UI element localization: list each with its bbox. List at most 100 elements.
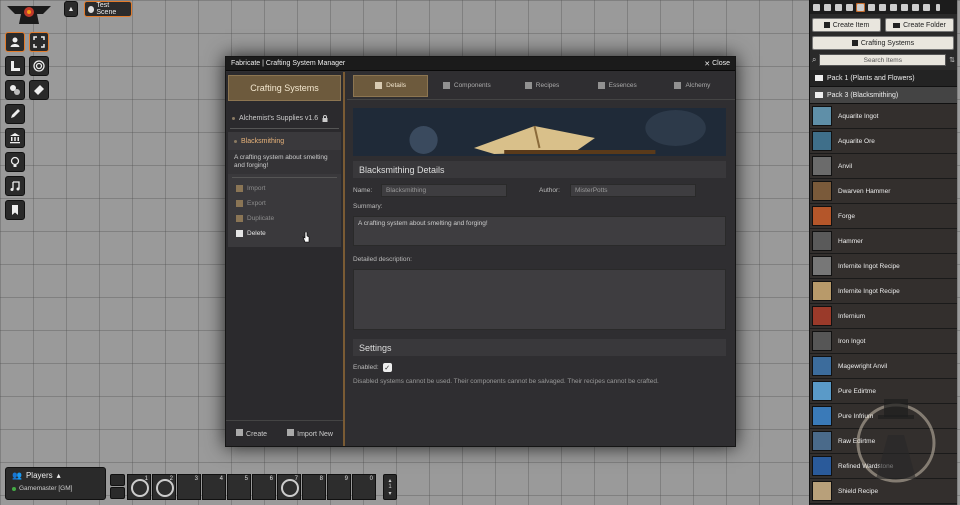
folder-pack-3[interactable]: Pack 3 (Blacksmithing) [810,87,957,104]
tab-cards[interactable] [889,3,898,12]
bank-icon [10,133,20,144]
measure-tool[interactable] [5,56,25,76]
tab-tables[interactable] [878,3,887,12]
item-row[interactable]: Infernite Ingot Recipe [810,254,957,279]
create-icon [236,429,244,436]
system-item-alchemists-supplies[interactable]: Alchemist's Supplies v1.6 [226,111,343,125]
tiles-tool[interactable] [29,56,49,76]
token-controls-tool[interactable] [5,32,25,52]
collapse-sidebar[interactable] [933,3,942,12]
sounds-tool[interactable] [5,176,25,196]
tab-playlists[interactable] [900,3,909,12]
item-row[interactable]: Aquarite Ingot [810,104,957,129]
create-button[interactable]: Create [236,429,267,438]
tab-combat[interactable] [823,3,832,12]
item-row[interactable]: Infernite Ingot Recipe [810,279,957,304]
journal-tool[interactable] [5,128,25,148]
item-row[interactable]: Aquarite Ore [810,129,957,154]
description-textarea[interactable] [353,269,726,330]
macro-folder-button[interactable] [110,487,125,499]
import-label: Import [247,185,266,192]
sort-icon[interactable]: ⇅ [949,56,955,64]
scene-tab[interactable]: Test Scene [84,1,132,17]
hotbar-slot[interactable]: 3 [177,474,201,500]
item-thumbnail [812,456,832,476]
notes-tool[interactable] [5,104,25,124]
item-row[interactable]: Anvil [810,154,957,179]
tab-essences[interactable]: Essences [581,75,654,97]
tab-settings[interactable] [922,3,931,12]
item-row[interactable]: Magewright Anvil [810,354,957,379]
hotbar-slot[interactable]: 4 [202,474,226,500]
sidebar-tabs [810,0,957,14]
bookmark-tool[interactable] [5,200,25,220]
hotbar-slot[interactable]: 9 [327,474,351,500]
import-new-button[interactable]: Import New [287,429,333,438]
folder-icon [893,22,901,28]
import-action[interactable]: Import [228,181,341,196]
tab-details[interactable]: Details [353,74,429,97]
tab-chat[interactable] [812,3,821,12]
tab-components[interactable]: Components [430,75,503,97]
create-item-button[interactable]: Create Item [812,18,881,32]
drawing-tool[interactable] [5,80,25,100]
close-icon: ✕ [704,60,711,68]
gear-icon [923,3,930,11]
export-action[interactable]: Export [228,196,341,211]
tab-label: Essences [608,82,637,89]
macro-directory-button[interactable] [110,474,125,486]
tab-recipes[interactable]: Recipes [505,75,578,97]
name-input[interactable]: Blacksmithing [381,184,507,197]
hotbar-slot[interactable]: 7 [277,474,301,500]
selected-system-block: Blacksmithing A crafting system about sm… [228,132,341,247]
crafting-systems-button[interactable]: Crafting Systems [812,36,954,50]
system-label: Blacksmithing [241,137,285,145]
tab-label: Components [453,82,491,89]
walls-tool[interactable] [29,80,49,100]
duplicate-action[interactable]: Duplicate [228,211,341,226]
shapes-icon [10,85,20,95]
scene-nav-toggle[interactable]: ▲ [64,1,78,17]
hotbar-slot[interactable]: 5 [227,474,251,500]
delete-action[interactable]: Delete [228,226,341,241]
item-label: Pure Edirtme [838,387,876,395]
close-label: Close [712,60,730,67]
author-input[interactable]: MisterPotts [570,184,696,197]
enabled-checkbox[interactable]: ✓ [382,363,392,372]
hotbar-slot[interactable]: 1 [127,474,151,500]
details-section-title: Blacksmithing Details [353,161,726,178]
players-panel[interactable]: 👥 Players ▴ Gamemaster [GM] [5,467,106,500]
music-icon [901,3,908,11]
create-folder-button[interactable]: Create Folder [885,18,954,32]
tab-actors[interactable] [845,3,854,12]
item-row[interactable]: Hammer [810,229,957,254]
item-row[interactable]: Dwarven Hammer [810,179,957,204]
item-label: Anvil [838,162,853,170]
item-row[interactable]: Infernium [810,304,957,329]
item-row[interactable]: Iron Ingot [810,329,957,354]
slot-number: 6 [269,476,273,482]
foundry-logo[interactable] [3,0,55,26]
window-header[interactable]: Fabricate | Crafting System Manager ✕ Cl… [226,57,735,71]
select-tokens-tool[interactable] [29,32,49,52]
tab-alchemy[interactable]: Alchemy [656,75,729,97]
lighting-tool[interactable] [5,152,25,172]
close-button[interactable]: ✕ Close [704,60,730,68]
tab-journal[interactable] [867,3,876,12]
item-row[interactable]: Forge [810,204,957,229]
tab-compendium[interactable] [911,3,920,12]
system-item-blacksmithing[interactable]: Blacksmithing [228,132,341,150]
hotbar-slot[interactable]: 2 [152,474,176,500]
tab-items[interactable] [856,2,865,12]
folder-pack-1[interactable]: Pack 1 (Plants and Flowers) [810,70,957,87]
tab-scenes[interactable] [834,3,843,12]
hotbar-slot[interactable]: 8 [302,474,326,500]
search-input[interactable]: Search Items [819,54,947,66]
hotbar-slot[interactable]: 0 [352,474,376,500]
person-icon [10,37,20,47]
hotbar-page-control[interactable]: ▴ 1 ▾ [383,474,397,500]
item-thumbnail [812,106,832,126]
hotbar-slot[interactable]: 6 [252,474,276,500]
item-label: Infernite Ingot Recipe [838,287,900,295]
summary-textarea[interactable]: A crafting system about smelting and for… [353,216,726,246]
